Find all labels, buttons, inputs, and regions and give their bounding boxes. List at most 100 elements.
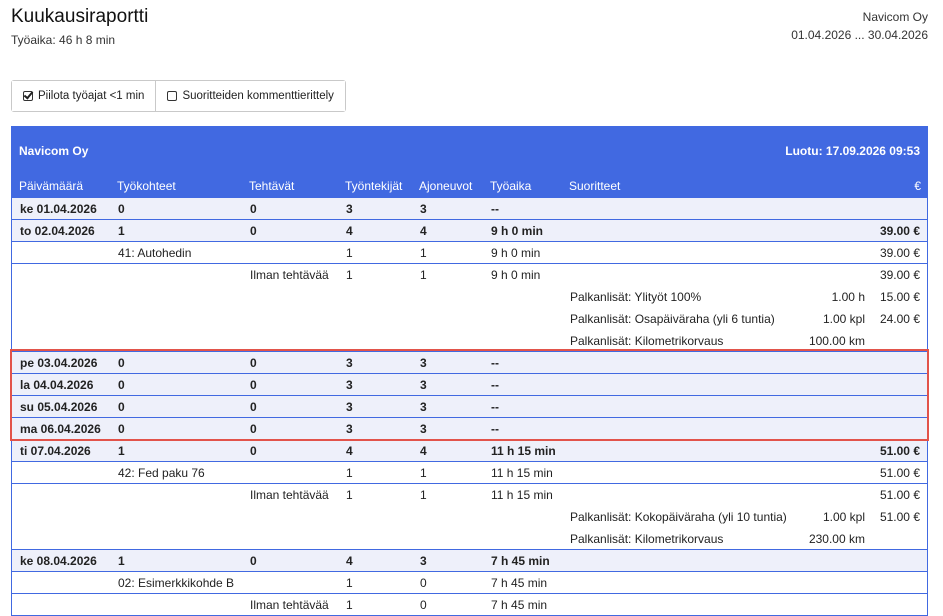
cell-vehicles: 3 bbox=[420, 400, 427, 414]
cell-tasks: 0 bbox=[250, 554, 257, 568]
cell-employees: 1 bbox=[346, 466, 353, 480]
comment-breakdown-label: Suoritteiden kommenttierittely bbox=[182, 90, 334, 102]
date-range: 01.04.2026 ... 30.04.2026 bbox=[791, 28, 928, 42]
cell-employees: 3 bbox=[346, 378, 353, 392]
company-name: Navicom Oy bbox=[862, 10, 928, 24]
toolbar: Piilota työajat <1 min Suoritteiden komm… bbox=[11, 80, 346, 112]
cell-date: su 05.04.2026 bbox=[20, 400, 98, 414]
col-header-vehicles[interactable]: Ajoneuvot bbox=[419, 179, 472, 193]
cell-work-time: -- bbox=[491, 400, 499, 414]
cell-vehicles: 4 bbox=[420, 444, 427, 458]
cell-tasks: Ilman tehtävää bbox=[250, 598, 329, 612]
cell-work-time: -- bbox=[491, 202, 499, 216]
cell-euro: 39.00 € bbox=[879, 224, 920, 238]
cell-euro: 51.00 € bbox=[879, 466, 920, 480]
total-work-time: Työaika: 46 h 8 min bbox=[11, 33, 116, 47]
table-row-detail: Palkanlisät: Kilometrikorvaus 230.00 km bbox=[11, 528, 928, 550]
table-row-day: ke 08.04.2026 1 0 4 3 7 h 45 min bbox=[11, 550, 928, 572]
cell-quantity: 1.00 h bbox=[831, 290, 865, 304]
cell-euro: 15.00 € bbox=[879, 290, 920, 304]
col-header-euro[interactable]: € bbox=[914, 179, 921, 193]
checkbox-unchecked-icon bbox=[167, 91, 178, 101]
cell-tasks: 0 bbox=[250, 378, 257, 392]
cell-date: la 04.04.2026 bbox=[20, 378, 94, 392]
page-title: Kuukausiraportti bbox=[11, 6, 149, 27]
cell-work-time: 11 h 15 min bbox=[491, 488, 553, 502]
cell-vehicles: 0 bbox=[420, 598, 427, 612]
cell-vehicles: 3 bbox=[420, 378, 427, 392]
cell-work-time: 9 h 0 min bbox=[491, 246, 541, 260]
cell-date: ma 06.04.2026 bbox=[20, 422, 101, 436]
cell-tasks: 0 bbox=[250, 224, 257, 238]
cell-sites: 0 bbox=[118, 202, 125, 216]
col-header-performances[interactable]: Suoritteet bbox=[569, 179, 620, 193]
col-header-employees[interactable]: Työntekijät bbox=[345, 179, 402, 193]
report-company-band: Navicom Oy Luotu: 17.09.2026 09:53 bbox=[11, 126, 928, 175]
cell-work-time: 11 h 15 min bbox=[491, 466, 553, 480]
table-row-detail: Palkanlisät: Osapäiväraha (yli 6 tuntia)… bbox=[11, 308, 928, 330]
cell-sites: 1 bbox=[118, 444, 125, 458]
cell-euro: 51.00 € bbox=[879, 488, 920, 502]
table-row-detail: 42: Fed paku 76 1 1 11 h 15 min 51.00 € bbox=[11, 462, 928, 484]
table-row-detail: Ilman tehtävää 1 0 7 h 45 min bbox=[11, 594, 928, 616]
comment-breakdown-toggle[interactable]: Suoritteiden kommenttierittely bbox=[155, 81, 345, 111]
cell-vehicles: 1 bbox=[420, 488, 427, 502]
cell-date: ti 07.04.2026 bbox=[20, 444, 91, 458]
cell-work-time: 9 h 0 min bbox=[491, 224, 544, 238]
cell-vehicles: 1 bbox=[420, 246, 427, 260]
cell-work-time: -- bbox=[491, 378, 499, 392]
cell-employees: 1 bbox=[346, 246, 353, 260]
cell-tasks: 0 bbox=[250, 202, 257, 216]
cell-sites: 0 bbox=[118, 378, 125, 392]
cell-work-time: 9 h 0 min bbox=[491, 268, 541, 282]
cell-work-time: -- bbox=[491, 422, 499, 436]
cell-tasks: 0 bbox=[250, 356, 257, 370]
hide-short-times-toggle[interactable]: Piilota työajat <1 min bbox=[12, 81, 156, 111]
cell-performance: Palkanlisät: Kokopäiväraha (yli 10 tunti… bbox=[570, 510, 787, 524]
table-row-day: ke 01.04.2026 0 0 3 3 -- bbox=[11, 198, 928, 220]
cell-sites: 02: Esimerkkikohde B bbox=[118, 576, 235, 590]
cell-vehicles: 4 bbox=[420, 224, 427, 238]
table-row-detail: Palkanlisät: Kilometrikorvaus 100.00 km bbox=[11, 330, 928, 352]
cell-performance: Palkanlisät: Osapäiväraha (yli 6 tuntia) bbox=[570, 312, 775, 326]
cell-quantity: 230.00 km bbox=[808, 532, 865, 546]
table-row-day: ma 06.04.2026 0 0 3 3 -- bbox=[11, 418, 928, 440]
table-row-day: la 04.04.2026 0 0 3 3 -- bbox=[11, 374, 928, 396]
checkbox-checked-icon bbox=[23, 91, 33, 101]
table-row-detail: Palkanlisät: Kokopäiväraha (yli 10 tunti… bbox=[11, 506, 928, 528]
report-table: Navicom Oy Luotu: 17.09.2026 09:53 Päivä… bbox=[11, 126, 928, 616]
cell-work-time: 7 h 45 min bbox=[491, 576, 548, 590]
table-row-detail: Ilman tehtävää 1 1 9 h 0 min 39.00 € bbox=[11, 264, 928, 286]
cell-tasks: Ilman tehtävää bbox=[250, 488, 329, 502]
cell-employees: 3 bbox=[346, 356, 353, 370]
col-header-sites[interactable]: Työkohteet bbox=[117, 179, 176, 193]
cell-euro: 51.00 € bbox=[879, 510, 920, 524]
cell-vehicles: 0 bbox=[420, 576, 427, 590]
col-header-tasks[interactable]: Tehtävät bbox=[249, 179, 294, 193]
cell-date: to 02.04.2026 bbox=[20, 224, 95, 238]
cell-quantity: 1.00 kpl bbox=[822, 510, 865, 524]
cell-sites: 41: Autohedin bbox=[118, 246, 192, 260]
table-row-day: su 05.04.2026 0 0 3 3 -- bbox=[11, 396, 928, 418]
cell-vehicles: 1 bbox=[420, 268, 427, 282]
col-header-date[interactable]: Päivämäärä bbox=[19, 179, 83, 193]
cell-date: ke 01.04.2026 bbox=[20, 202, 97, 216]
table-row-day: ti 07.04.2026 1 0 4 4 11 h 15 min 51.00 € bbox=[11, 440, 928, 462]
cell-tasks: 0 bbox=[250, 444, 257, 458]
cell-work-time: 7 h 45 min bbox=[491, 554, 550, 568]
cell-sites: 1 bbox=[118, 554, 125, 568]
column-headers: Päivämäärä Työkohteet Tehtävät Työntekij… bbox=[11, 175, 928, 198]
table-row-day: pe 03.04.2026 0 0 3 3 -- bbox=[11, 352, 928, 374]
cell-vehicles: 3 bbox=[420, 554, 427, 568]
table-row-detail: 41: Autohedin 1 1 9 h 0 min 39.00 € bbox=[11, 242, 928, 264]
cell-tasks: Ilman tehtävää bbox=[250, 268, 329, 282]
cell-employees: 3 bbox=[346, 400, 353, 414]
cell-work-time: -- bbox=[491, 356, 499, 370]
cell-employees: 3 bbox=[346, 202, 353, 216]
cell-employees: 1 bbox=[346, 576, 353, 590]
cell-employees: 4 bbox=[346, 554, 353, 568]
cell-sites: 0 bbox=[118, 400, 125, 414]
col-header-work-time[interactable]: Työaika bbox=[490, 179, 531, 193]
cell-quantity: 1.00 kpl bbox=[822, 312, 865, 326]
cell-euro: 51.00 € bbox=[879, 444, 920, 458]
